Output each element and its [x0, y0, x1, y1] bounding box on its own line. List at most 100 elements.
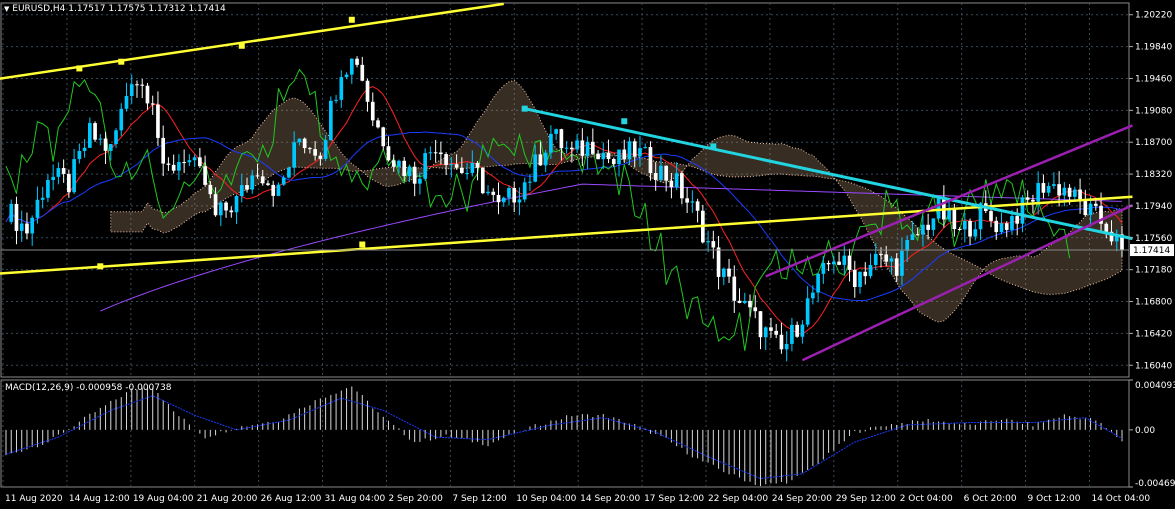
candle-body — [496, 194, 501, 203]
anchor-point — [621, 118, 628, 125]
candle-body — [606, 152, 611, 160]
candle-body — [753, 307, 758, 312]
candle-body — [470, 162, 475, 173]
candle-body — [360, 64, 365, 81]
candle-body — [444, 154, 448, 165]
candle-body — [1088, 203, 1093, 216]
trend-lines[interactable] — [0, 2, 1134, 362]
candle-body — [297, 138, 302, 143]
candle-body — [35, 199, 40, 218]
candle-body — [402, 160, 407, 177]
candle-body — [989, 211, 993, 221]
chart-title: ▼ EURUSD,H4 1.17517 1.17575 1.17312 1.17… — [4, 4, 226, 14]
candle-body — [391, 160, 396, 167]
candle-body — [926, 224, 930, 230]
candle-body — [381, 127, 386, 147]
candle-body — [292, 142, 297, 168]
candle-body — [124, 96, 129, 109]
candle-body — [318, 155, 323, 159]
candle-body — [145, 85, 150, 104]
anchor-point — [118, 58, 125, 65]
candle-body — [1031, 199, 1035, 202]
candle-body — [9, 203, 14, 222]
candle-body — [758, 311, 763, 338]
candle-body — [894, 258, 899, 276]
y-tick-label: 1.16800 — [1135, 298, 1172, 308]
macd-frame — [0, 379, 1130, 488]
candle-body — [486, 191, 490, 194]
x-tick-label: 10 Sep 04:00 — [516, 494, 576, 504]
candle-body — [800, 324, 805, 337]
candle-body — [266, 183, 270, 185]
candle-body — [1015, 216, 1020, 224]
candle-body — [156, 104, 160, 138]
candle-body — [339, 77, 344, 100]
candle-body — [166, 163, 171, 165]
candle-body — [831, 261, 836, 265]
x-tick-label: 17 Sep 12:00 — [644, 494, 704, 504]
candle-body — [349, 58, 354, 75]
candle-body — [208, 184, 213, 195]
candle-body — [77, 151, 82, 160]
candle-body — [805, 298, 810, 325]
candle-body — [816, 273, 820, 293]
candle-body — [648, 147, 653, 174]
candle-body — [962, 220, 967, 230]
candle-body — [355, 58, 359, 65]
candle-body — [449, 164, 454, 166]
candle-body — [900, 250, 904, 276]
candle-body — [512, 188, 517, 203]
collapse-triangle-icon[interactable]: ▼ — [4, 5, 9, 13]
macd-title: MACD(12,26,9) -0.000958 -0.000738 — [5, 383, 172, 393]
y-tick-label: 1.18700 — [1135, 138, 1172, 148]
x-tick-label: 7 Sep 12:00 — [452, 494, 507, 504]
candle-body — [30, 217, 35, 234]
candle-body — [517, 199, 522, 203]
candle-body — [19, 223, 24, 231]
candle-body — [1020, 197, 1025, 224]
candle-body — [973, 229, 978, 237]
macd-y-tick-label: 0.00 — [1135, 426, 1155, 436]
candle-body — [763, 327, 768, 338]
candle-body — [842, 255, 847, 265]
candle-body — [61, 168, 66, 174]
candle-body — [643, 147, 648, 149]
candle-body — [690, 201, 695, 203]
candle-body — [664, 165, 669, 181]
candle-body — [25, 223, 29, 234]
candle-body — [737, 300, 742, 304]
candle-body — [826, 262, 831, 265]
candle-body — [51, 176, 55, 181]
candle-body — [1104, 223, 1109, 232]
x-tick-label: 2 Oct 04:00 — [900, 494, 953, 504]
candle-body — [1025, 197, 1030, 200]
candle-body — [412, 166, 417, 184]
candle-body — [716, 247, 721, 277]
candle-body — [1004, 223, 1009, 230]
candle-body — [407, 166, 412, 177]
x-tick-label: 29 Sep 12:00 — [836, 494, 896, 504]
macd-histogram — [5, 386, 1123, 487]
macd-y-tick-label: 0.004093 — [1135, 381, 1175, 391]
candle-body — [585, 141, 590, 156]
candle-body — [580, 140, 585, 156]
candle-body — [224, 202, 228, 211]
candle-body — [344, 74, 349, 78]
candle-body — [554, 129, 558, 134]
candle-body — [308, 148, 312, 150]
y-tick-label: 1.17180 — [1135, 266, 1172, 276]
candle-body — [680, 173, 684, 199]
current-price-label: 1.17414 — [1133, 246, 1170, 256]
axes: 11 Aug 2020 14 Aug 12:00 19 Aug 04:00 21 Au… — [1, 11, 1175, 504]
candle-body — [863, 271, 868, 277]
x-tick-label: 24 Sep 20:00 — [772, 494, 832, 504]
candle-body — [811, 292, 815, 299]
candle-body — [418, 178, 422, 184]
candle-body — [129, 84, 134, 97]
candle-body — [365, 80, 370, 102]
candle-body — [994, 220, 999, 233]
candle-body — [1052, 184, 1056, 186]
x-tick-label: 26 Aug 12:00 — [261, 494, 322, 504]
chart-canvas[interactable]: 11 Aug 2020 14 Aug 12:00 19 Aug 04:00 21 Au… — [0, 0, 1175, 509]
x-tick-label: 2 Sep 20:00 — [388, 494, 443, 504]
